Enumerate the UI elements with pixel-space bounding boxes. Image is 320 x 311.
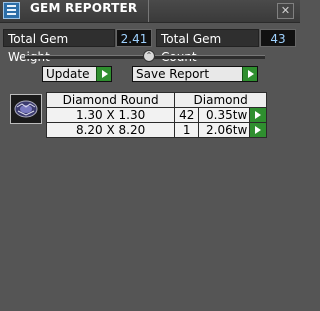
total-weight-value: 2.41 <box>116 29 152 47</box>
save-report-button[interactable]: Save Report <box>132 66 258 82</box>
table-row: 8.20 X 8.20 1 2.06tw <box>45 122 267 138</box>
header-type: Diamond <box>174 92 267 108</box>
gem-results-table: Diamond Round Diamond 1.30 X 1.30 42 0.3… <box>45 92 267 138</box>
update-button[interactable]: Update <box>42 66 112 82</box>
window-title: GEM REPORTER <box>30 1 138 15</box>
play-arrow-icon <box>242 67 257 81</box>
select-row-button[interactable] <box>249 122 267 138</box>
gem-count: 1 <box>174 122 200 138</box>
total-count-label: Total Gem Count <box>156 29 259 64</box>
gem-count: 42 <box>174 107 200 123</box>
table-header-row: Diamond Round Diamond <box>45 92 267 108</box>
gem-weight: 0.35tw <box>198 107 251 123</box>
select-row-button[interactable] <box>249 107 267 123</box>
total-count-value: 43 <box>260 29 296 47</box>
gem-reporter-window: GEM REPORTER ✕ Total Gem Weight 2.41 Tot… <box>0 0 300 311</box>
collapse-toggle[interactable]: ⌃ <box>143 50 155 62</box>
table-row: 1.30 X 1.30 42 0.35tw <box>45 107 267 123</box>
close-button[interactable]: ✕ <box>277 3 294 19</box>
update-button-label: Update <box>46 67 90 81</box>
title-bar[interactable]: GEM REPORTER ✕ <box>0 0 300 23</box>
gem-weight: 2.06tw <box>198 122 251 138</box>
title-divider <box>148 0 149 22</box>
diamond-icon <box>10 94 42 124</box>
save-report-button-label: Save Report <box>136 67 210 81</box>
stats-row: Total Gem Weight 2.41 Total Gem Count 43 <box>3 27 297 64</box>
app-icon <box>3 2 20 19</box>
header-shape: Diamond Round <box>45 92 176 108</box>
gem-size: 8.20 X 8.20 <box>45 122 176 138</box>
gem-size: 1.30 X 1.30 <box>45 107 176 123</box>
play-arrow-icon <box>96 67 111 81</box>
total-weight-label: Total Gem Weight <box>3 29 115 64</box>
